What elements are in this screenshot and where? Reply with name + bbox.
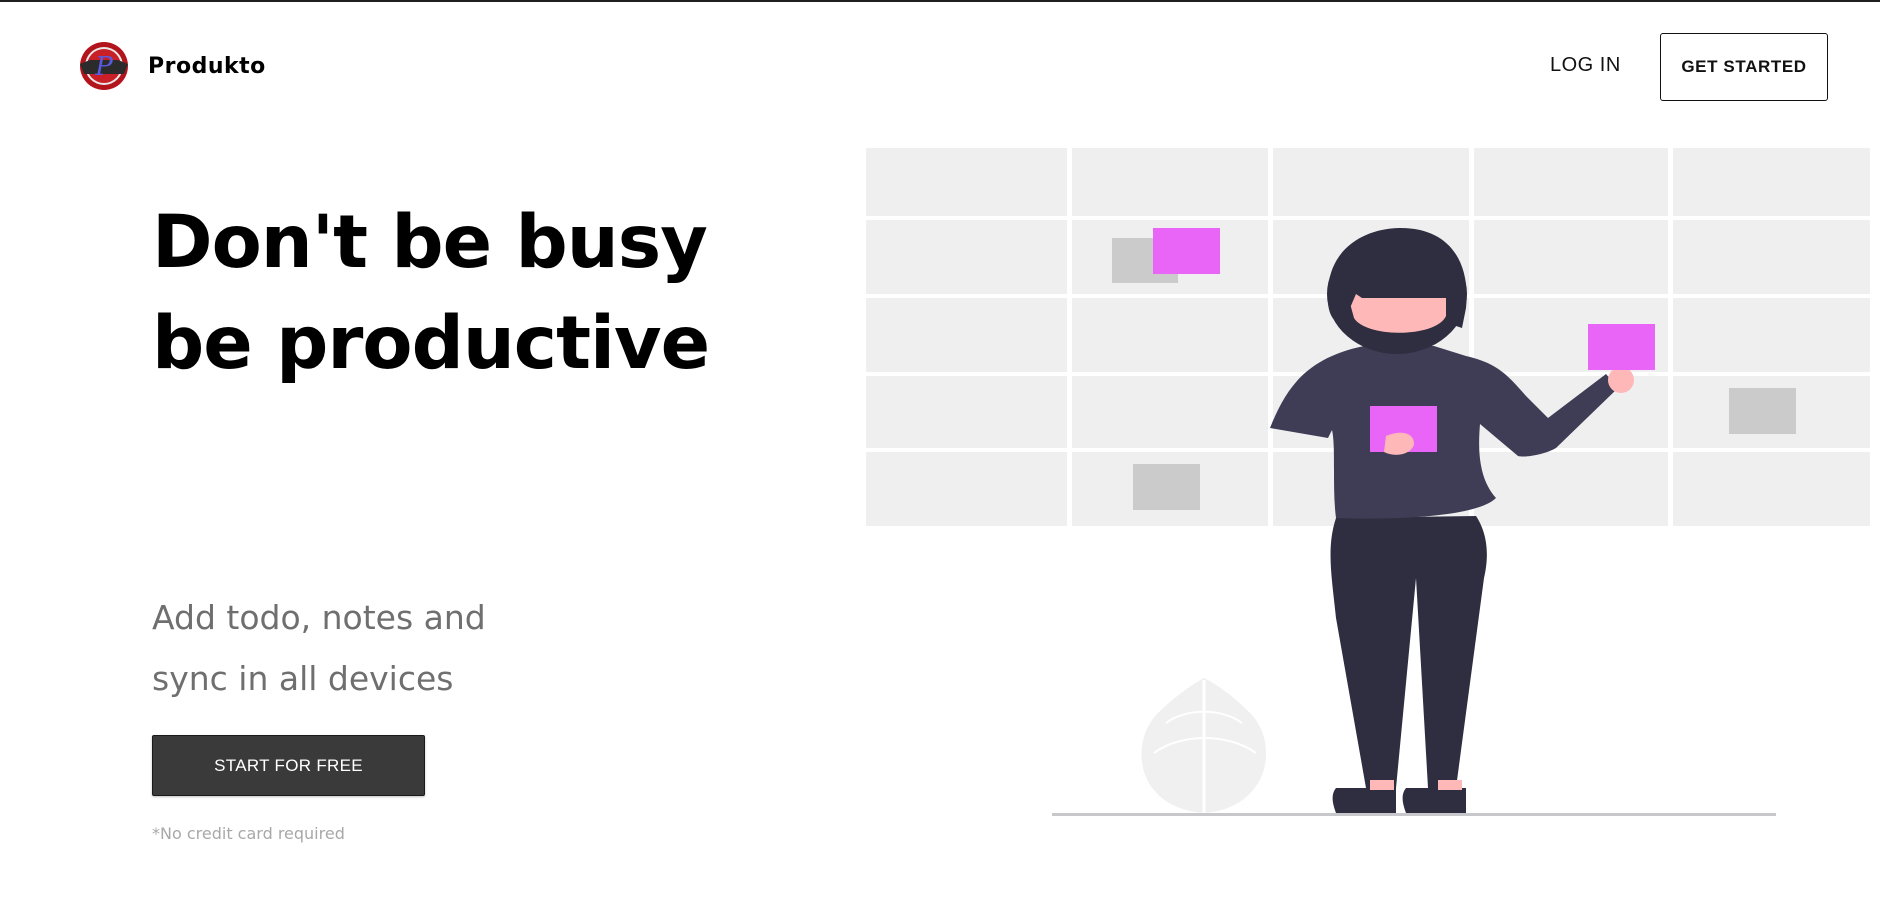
brand-link[interactable]: P Produkto bbox=[78, 40, 266, 92]
gray-note bbox=[1133, 464, 1200, 510]
headline-line-2: be productive bbox=[152, 301, 710, 386]
pink-note bbox=[1153, 228, 1220, 274]
brand-name: Produkto bbox=[148, 53, 266, 79]
hero-headline: Don't be busy be productive bbox=[152, 192, 710, 394]
productivity-illustration bbox=[866, 148, 1870, 816]
svg-text:P: P bbox=[94, 52, 113, 82]
landing-page: P Produkto LOG IN GET STARTED Don't be b… bbox=[0, 0, 1880, 907]
pink-note-raised bbox=[1588, 324, 1655, 370]
ground-line bbox=[1052, 813, 1776, 816]
hero-subtext: Add todo, notes and sync in all devices bbox=[152, 587, 486, 709]
plant-decoration bbox=[1141, 678, 1267, 813]
subtext-line-1: Add todo, notes and bbox=[152, 598, 486, 637]
get-started-button[interactable]: GET STARTED bbox=[1660, 33, 1828, 101]
start-for-free-button[interactable]: START FOR FREE bbox=[152, 735, 425, 796]
headline-line-1: Don't be busy bbox=[152, 200, 708, 285]
login-link[interactable]: LOG IN bbox=[1550, 54, 1621, 77]
gray-note bbox=[1729, 388, 1796, 434]
subtext-line-2: sync in all devices bbox=[152, 659, 454, 698]
no-credit-card-note: *No credit card required bbox=[152, 824, 345, 843]
produkto-logo-icon: P bbox=[80, 42, 128, 90]
